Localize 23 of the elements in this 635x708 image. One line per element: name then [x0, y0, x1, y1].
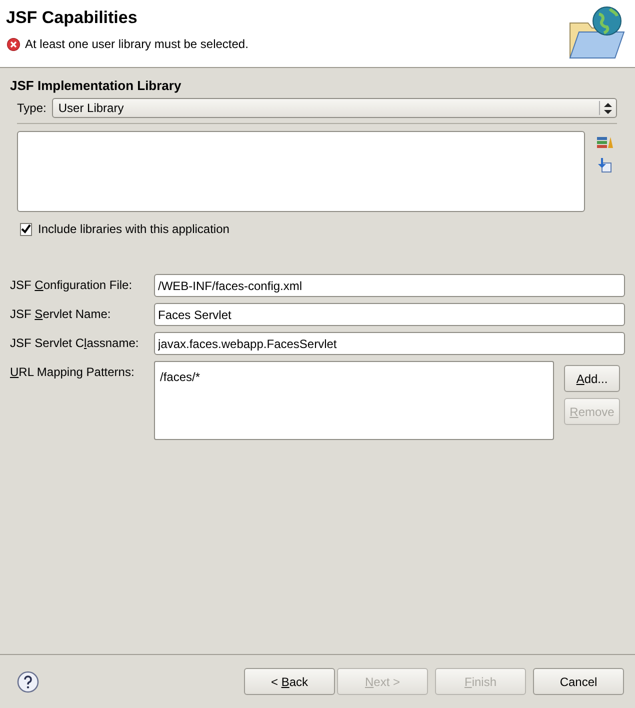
include-checkbox[interactable] [20, 222, 32, 236]
page-title: JSF Capabilities [6, 8, 138, 28]
books-icon[interactable] [597, 136, 613, 148]
dropdown-arrows-icon [604, 102, 612, 114]
status-message: At least one user library must be selected. [25, 36, 248, 53]
field-label: JSF Configuration File: [10, 277, 134, 294]
help-icon[interactable] [17, 670, 39, 692]
text-field[interactable]: javax.faces.webapp.FacesServlet [154, 332, 625, 355]
import-icon[interactable] [597, 158, 612, 173]
text-field[interactable]: Faces Servlet [154, 303, 625, 326]
field-label: JSF Servlet Name: [10, 306, 112, 323]
field-label: JSF Servlet Classname: [10, 335, 140, 352]
include-label: Include libraries with this application [38, 221, 230, 238]
back-button[interactable]: < Back [244, 668, 335, 695]
cancel-button[interactable]: Cancel [533, 668, 624, 695]
type-label: Type: [17, 100, 46, 117]
text-field[interactable]: /WEB-INF/faces-config.xml [154, 274, 625, 297]
field-label: URL Mapping Patterns: [10, 364, 136, 381]
type-dropdown[interactable]: User Library [52, 98, 617, 118]
library-list[interactable] [17, 131, 585, 212]
add-button[interactable]: Add... [564, 365, 620, 392]
error-icon [7, 38, 20, 50]
section-heading: JSF Implementation Library [10, 78, 182, 94]
